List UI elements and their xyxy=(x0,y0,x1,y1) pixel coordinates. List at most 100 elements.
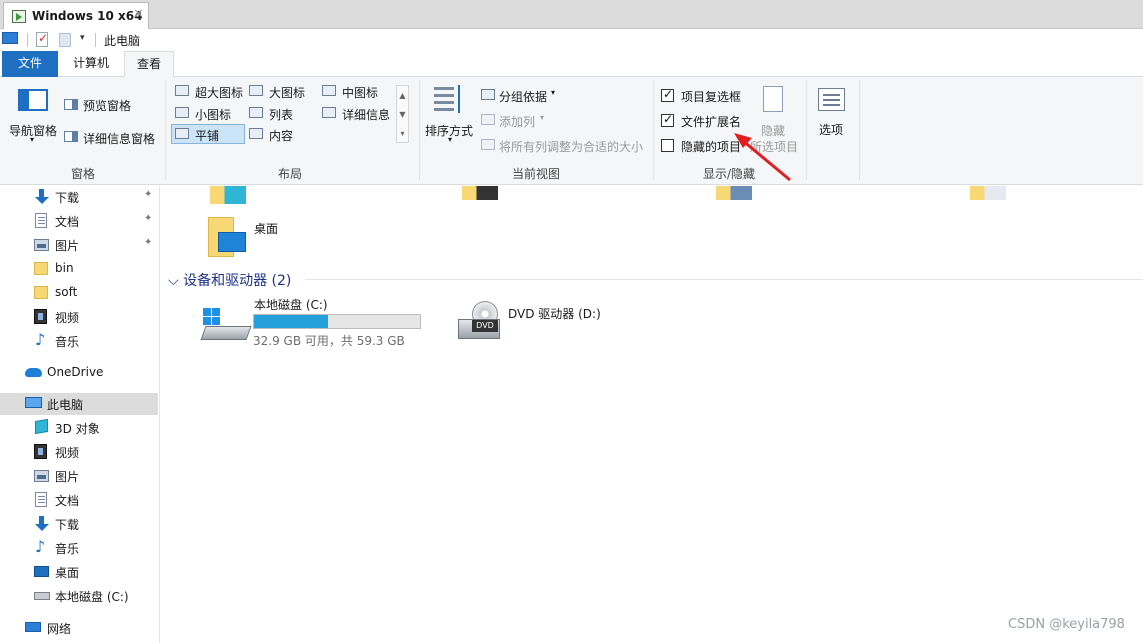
tab-view[interactable]: 查看 xyxy=(124,51,174,78)
layout-details[interactable]: 详细信息 xyxy=(342,106,390,123)
ribbon-view: 导航窗格 ▾ 预览窗格 详细信息窗格 窗格 超大图标 大图标 中图标 小图标 列… xyxy=(0,77,1143,185)
drive-body xyxy=(200,326,252,340)
local-disk-name[interactable]: 本地磁盘 (C:) xyxy=(254,296,328,313)
layout-content[interactable]: 内容 xyxy=(269,127,293,144)
layout-small-icons[interactable]: 小图标 xyxy=(195,106,231,123)
windows-logo-icon xyxy=(203,308,221,326)
layout-large-icons[interactable]: 大图标 xyxy=(269,84,305,101)
dvd-tag: DVD xyxy=(472,320,498,332)
network-icon xyxy=(25,622,41,632)
nav-item-label: 下载 xyxy=(55,191,80,205)
nav-item-documents[interactable]: 文档 ✦ xyxy=(0,210,158,232)
nav-item-label: 文档 xyxy=(55,494,80,508)
chevron-down-icon: ▾ xyxy=(540,113,545,122)
window-title: 此电脑 xyxy=(104,34,141,48)
divider xyxy=(653,80,654,180)
nav-item-local-disk-c[interactable]: 本地磁盘 (C:) xyxy=(0,585,158,607)
nav-item-pictures[interactable]: 图片 xyxy=(0,465,158,487)
document-icon xyxy=(35,492,47,507)
nav-item-pictures[interactable]: 图片 ✦ xyxy=(0,234,158,256)
nav-item-desktop[interactable]: 桌面 xyxy=(0,561,158,583)
preview-pane-icon xyxy=(64,99,78,110)
nav-item-label: 音乐 xyxy=(55,542,80,556)
more-layouts-icon[interactable]: ▾ xyxy=(397,124,408,143)
options-button[interactable]: 选项 xyxy=(819,121,843,138)
video-icon xyxy=(34,444,47,459)
nav-item-videos[interactable]: 视频 xyxy=(0,306,158,328)
nav-item-videos[interactable]: 视频 xyxy=(0,441,158,463)
quick-access-toolbar: ▾ 此电脑 xyxy=(0,29,1143,51)
file-extensions-label: 文件扩展名 xyxy=(681,115,742,129)
nav-item-label: OneDrive xyxy=(47,365,104,379)
vm-tab[interactable]: Windows 10 x64 ✕ xyxy=(3,2,149,29)
layout-extra-large-icons[interactable]: 超大图标 xyxy=(195,84,243,101)
download-icon xyxy=(34,189,49,204)
dvd-drive-icon[interactable]: DVD xyxy=(458,301,502,341)
desktop-folder-icon[interactable] xyxy=(208,217,246,257)
navigation-pane: 下载 ✦ 文档 ✦ 图片 ✦ bin soft 视频 ♪ 音乐 OneDrive… xyxy=(0,186,160,643)
group-by-icon xyxy=(481,89,495,100)
nav-item-3d-objects[interactable]: 3D 对象 xyxy=(0,417,158,439)
nav-item-music[interactable]: ♪ 音乐 xyxy=(0,330,158,352)
divider xyxy=(27,33,28,47)
local-disk-icon[interactable] xyxy=(200,308,252,342)
hide-selected-button[interactable]: 隐藏 xyxy=(761,122,785,139)
new-folder-icon[interactable] xyxy=(59,33,71,47)
group-label-show-hide: 显示/隐藏 xyxy=(702,167,756,181)
nav-item-soft[interactable]: soft xyxy=(0,282,158,304)
layout-medium-icons[interactable]: 中图标 xyxy=(342,84,378,101)
nav-item-network[interactable]: 网络 xyxy=(0,617,158,639)
pin-icon: ✦ xyxy=(144,237,153,248)
collapse-chevron-icon[interactable]: ⌵ xyxy=(168,273,179,289)
tab-file[interactable]: 文件 xyxy=(2,51,58,77)
nav-item-music[interactable]: ♪ 音乐 xyxy=(0,537,158,559)
picture-icon xyxy=(34,470,49,482)
document-icon xyxy=(35,213,47,228)
nav-item-documents[interactable]: 文档 xyxy=(0,489,158,511)
group-by-button[interactable]: 分组依据 xyxy=(499,88,547,105)
nav-item-downloads[interactable]: 下载 ✦ xyxy=(0,186,158,208)
small-icons-icon xyxy=(175,107,189,118)
layout-scrollbar[interactable]: ▲ ▼ ▾ xyxy=(396,85,409,143)
file-extensions-checkbox[interactable] xyxy=(661,112,674,127)
group-label-panes: 窗格 xyxy=(70,167,95,181)
layout-tiles[interactable]: 平铺 xyxy=(195,127,219,144)
close-icon[interactable]: ✕ xyxy=(133,7,144,22)
divider xyxy=(305,279,1143,280)
customize-dropdown-icon[interactable]: ▾ xyxy=(80,33,85,43)
group-label-layout: 布局 xyxy=(277,167,302,181)
nav-item-downloads[interactable]: 下载 xyxy=(0,513,158,535)
computer-icon[interactable] xyxy=(2,32,18,44)
nav-item-this-pc[interactable]: 此电脑 xyxy=(0,393,158,415)
computer-icon xyxy=(25,397,42,408)
nav-item-bin[interactable]: bin xyxy=(0,258,158,280)
devices-and-drives-header[interactable]: ⌵ 设备和驱动器 (2) xyxy=(168,270,291,290)
nav-item-onedrive[interactable]: OneDrive xyxy=(0,362,158,384)
tiles-icon xyxy=(175,128,189,139)
scroll-up-icon[interactable]: ▲ xyxy=(397,86,408,105)
size-all-columns-button[interactable]: 将所有列调整为合适的大小 xyxy=(499,138,643,155)
disk-usage-bar xyxy=(253,314,421,329)
scroll-down-icon[interactable]: ▼ xyxy=(397,105,408,124)
chevron-down-icon: ▾ xyxy=(30,135,35,144)
details-pane-button[interactable]: 详细信息窗格 xyxy=(83,130,155,147)
3d-objects-folder-icon[interactable] xyxy=(210,186,246,204)
nav-item-label: 下载 xyxy=(55,518,80,532)
videos-folder-icon[interactable] xyxy=(462,186,498,200)
properties-icon[interactable] xyxy=(36,31,48,47)
tab-computer[interactable]: 计算机 xyxy=(60,51,122,77)
hidden-items-checkbox[interactable] xyxy=(661,139,674,152)
nav-item-label: 此电脑 xyxy=(47,398,84,412)
layout-list[interactable]: 列表 xyxy=(269,106,293,123)
desktop-folder-label[interactable]: 桌面 xyxy=(254,220,278,237)
dvd-drive-name[interactable]: DVD 驱动器 (D:) xyxy=(508,305,601,322)
pictures-folder-icon[interactable] xyxy=(716,186,752,200)
item-checkboxes-checkbox[interactable] xyxy=(661,87,674,102)
item-checkboxes-label: 项目复选框 xyxy=(681,90,742,104)
preview-pane-button[interactable]: 预览窗格 xyxy=(83,97,131,114)
add-columns-button[interactable]: 添加列 xyxy=(499,113,535,130)
documents-folder-icon[interactable] xyxy=(970,186,1006,200)
picture-icon xyxy=(34,239,49,251)
ribbon-tabs: 文件 计算机 查看 xyxy=(0,51,1143,78)
navigation-pane-icon[interactable] xyxy=(18,89,48,111)
